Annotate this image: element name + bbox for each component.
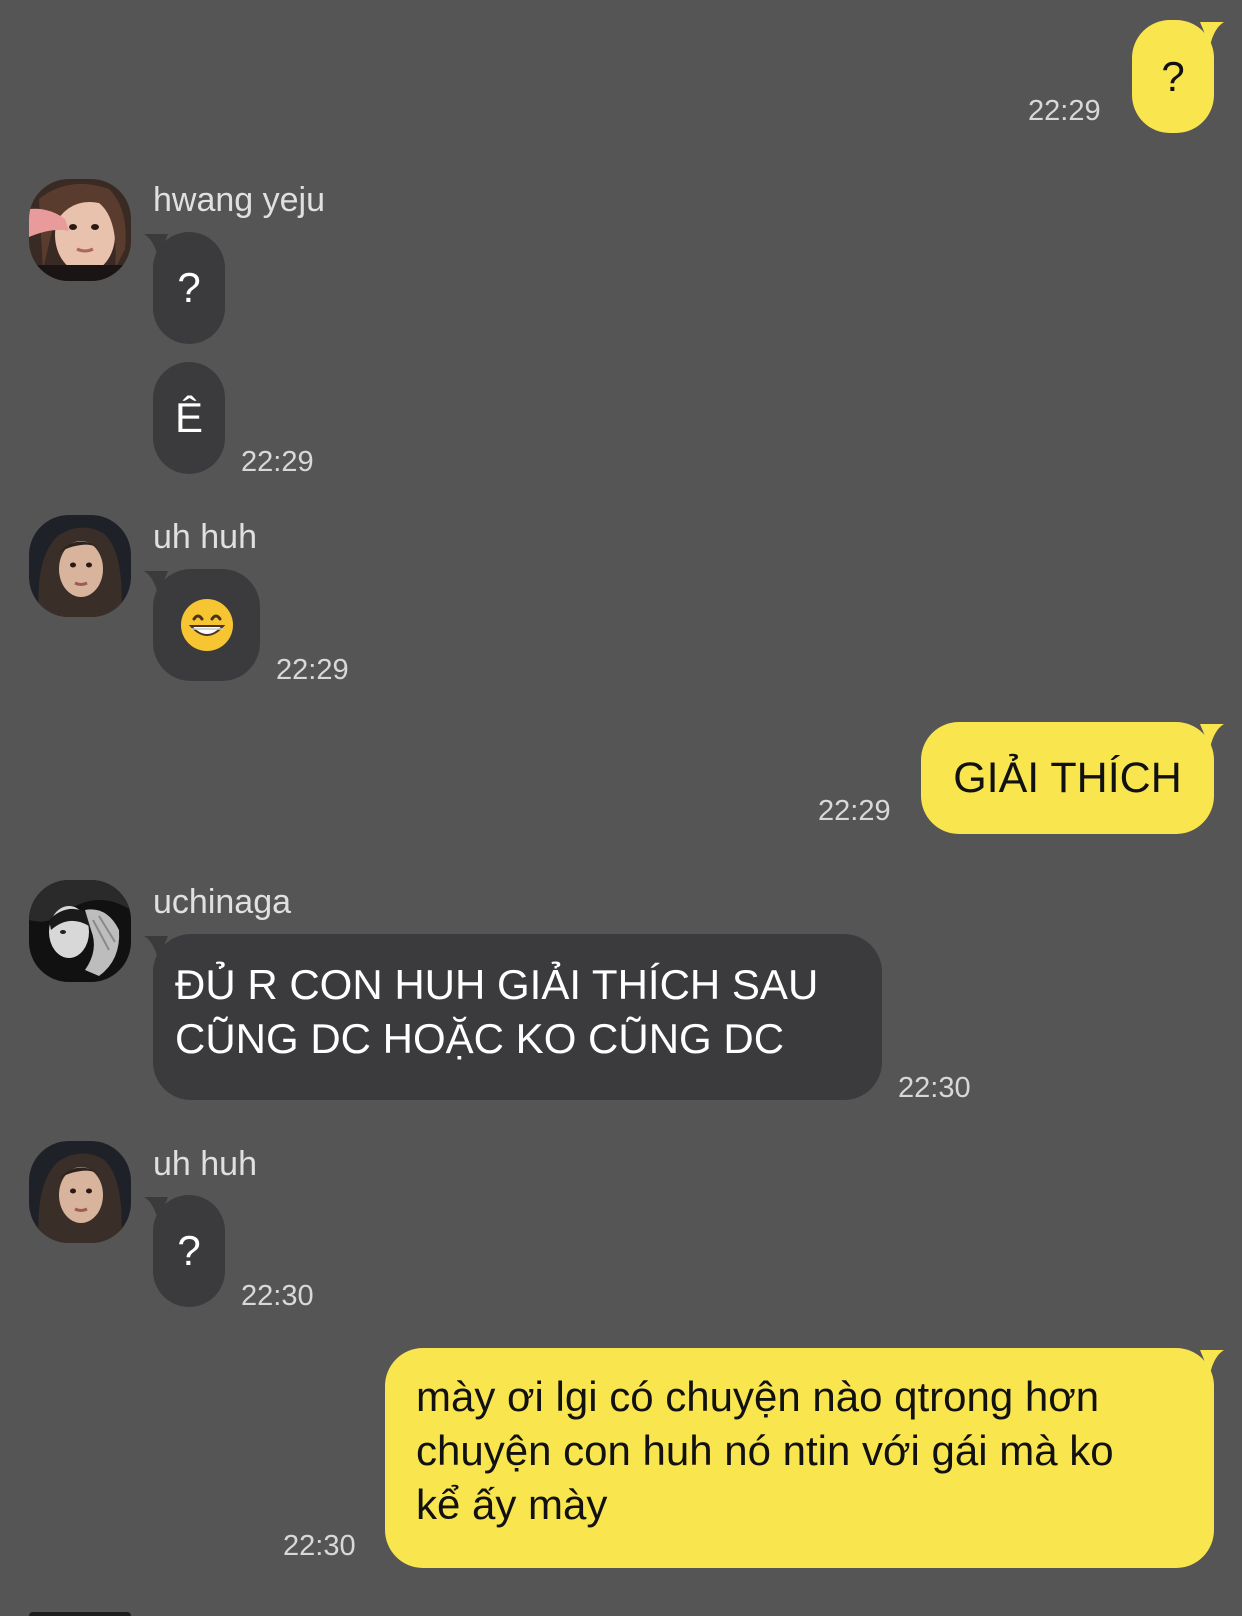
message-timestamp: 22:29: [1028, 95, 1101, 127]
message-text: ?: [1161, 52, 1185, 100]
avatar-uchinaga[interactable]: [29, 880, 131, 982]
message-text: ?: [177, 1227, 201, 1274]
message-timestamp: 22:30: [241, 1280, 314, 1312]
incoming-message-bubble[interactable]: Ê: [153, 362, 225, 474]
sender-name: uh huh: [153, 1145, 257, 1183]
message-timestamp: 22:29: [241, 446, 314, 478]
incoming-message-bubble[interactable]: ?: [153, 1195, 225, 1307]
message-line: mày ơi lgi có chuyện nào qtrong hơn: [416, 1373, 1100, 1420]
avatar-hwang-yeju[interactable]: [29, 179, 131, 281]
incoming-message-bubble[interactable]: ?: [153, 232, 225, 344]
message-text: ?: [177, 264, 201, 311]
message-text: Ê: [174, 394, 203, 441]
message-line: ĐỦ R CON HUH GIẢI THÍCH SAU: [175, 961, 819, 1008]
message-timestamp: 22:30: [898, 1072, 971, 1104]
message-line: chuyện con huh nó ntin với gái mà ko: [416, 1427, 1114, 1474]
message-line: kể ấy mày: [416, 1481, 608, 1528]
sender-name: uchinaga: [153, 883, 292, 921]
bubble-tail: [1200, 22, 1224, 46]
message-timestamp: 22:30: [283, 1530, 356, 1562]
message-line: CŨNG DC HOẶC KO CŨNG DC: [175, 1015, 785, 1062]
avatar-uh-huh[interactable]: [29, 1141, 131, 1243]
message-text: GIẢI THÍCH: [953, 754, 1182, 802]
incoming-message-bubble[interactable]: ĐỦ R CON HUH GIẢI THÍCH SAU CŨNG DC HOẶC…: [153, 934, 882, 1100]
bubble-tail: [1200, 1350, 1224, 1374]
grinning-face-emoji-icon: [180, 599, 233, 651]
outgoing-message-bubble[interactable]: GIẢI THÍCH: [921, 722, 1214, 834]
sender-name: hwang yeju: [153, 181, 326, 219]
message-timestamp: 22:29: [276, 654, 349, 686]
message-timestamp: 22:29: [818, 795, 891, 827]
sender-name: uh huh: [153, 518, 257, 556]
incoming-message-bubble[interactable]: [153, 569, 260, 681]
avatar-uh-huh[interactable]: [29, 515, 131, 617]
outgoing-message-bubble[interactable]: mày ơi lgi có chuyện nào qtrong hơn chuy…: [385, 1348, 1214, 1568]
avatar-partial[interactable]: [29, 1612, 131, 1616]
bubble-tail: [1200, 724, 1224, 748]
